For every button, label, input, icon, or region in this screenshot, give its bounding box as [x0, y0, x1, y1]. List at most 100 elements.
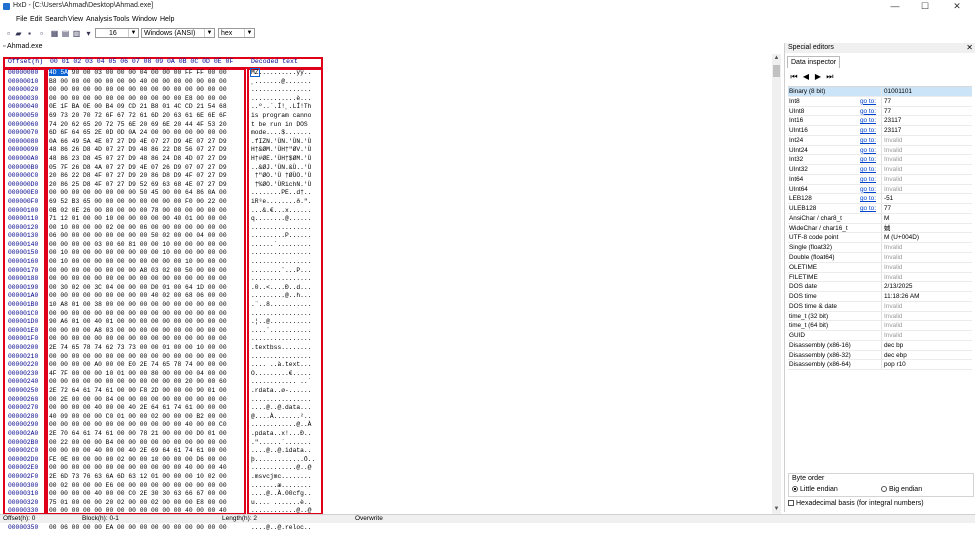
text-row[interactable]: ....@..À.00cfg..: [251, 490, 321, 499]
hex-row[interactable]: 00 2E 00 00 00 84 00 00 00 00 00 00 00 0…: [49, 396, 244, 405]
inspector-value[interactable]: 娍: [881, 223, 971, 233]
inspector-row[interactable]: OLETIME Invalid: [788, 262, 972, 273]
text-row[interactable]: ................: [251, 86, 321, 95]
menu-search[interactable]: Search: [45, 16, 67, 23]
go-to-link[interactable]: go to:: [860, 165, 878, 174]
hex-row[interactable]: 00 00 00 00 03 00 60 81 00 00 10 00 00 0…: [49, 241, 244, 250]
inspector-value[interactable]: Invalid: [881, 243, 971, 253]
scroll-up-icon[interactable]: ▲: [772, 54, 781, 63]
text-row[interactable]: ....@..@.data...: [251, 404, 321, 413]
minimize-button[interactable]: —: [880, 0, 910, 13]
text-row[interactable]: .......æ........: [251, 482, 321, 491]
text-row[interactable]: MZ..........ÿÿ..: [250, 68, 321, 78]
inspector-value[interactable]: Invalid: [881, 184, 971, 194]
inspector-row[interactable]: AnsiChar / char8_t M: [788, 213, 972, 224]
inspector-value[interactable]: 01001101: [881, 87, 971, 96]
new-file-icon[interactable]: ▫: [4, 29, 13, 38]
inspector-value[interactable]: Invalid: [881, 311, 971, 321]
menu-analysis[interactable]: Analysis: [86, 16, 112, 23]
inspector-row[interactable]: Double (float64) Invalid: [788, 253, 972, 263]
inspector-row[interactable]: time_t (32 bit) Invalid: [788, 311, 972, 322]
menu-edit[interactable]: Edit: [30, 16, 42, 23]
hex-basis-checkbox[interactable]: Hexadecimal basis (for integral numbers): [788, 500, 924, 507]
hex-row[interactable]: 48 86 23 D8 45 07 27 D9 48 86 24 D8 4D 0…: [49, 155, 244, 164]
inspector-value[interactable]: Invalid: [881, 321, 971, 331]
inspector-value[interactable]: Invalid: [881, 262, 971, 272]
text-row[interactable]: ................: [251, 249, 321, 258]
hex-row[interactable]: 10 A8 01 00 38 00 00 00 00 00 00 00 00 0…: [49, 301, 244, 310]
text-row[interactable]: .¦..@...........: [251, 318, 321, 327]
text-row[interactable]: .........P......: [251, 232, 321, 241]
text-row[interactable]: ....@..@.reloc..: [251, 524, 321, 533]
inspector-value[interactable]: pop r10: [881, 360, 971, 370]
go-to-link[interactable]: go to:: [860, 194, 878, 203]
menu-help[interactable]: Help: [160, 16, 174, 23]
inspector-value[interactable]: M: [881, 213, 971, 223]
inspector-value[interactable]: dec bp: [881, 340, 971, 350]
inspector-value[interactable]: -51: [881, 194, 971, 204]
big-endian-radio[interactable]: Big endian: [881, 486, 922, 493]
first-byte-icon[interactable]: ⏮: [789, 72, 799, 81]
text-row[interactable]: u.... .......è..: [251, 499, 321, 508]
text-row[interactable]: †"ØO.'Ù †ØÙO.'Ù: [251, 172, 321, 181]
text-row[interactable]: ¸.......@.......: [251, 78, 321, 87]
inspector-value[interactable]: 11:18:26 AM: [881, 292, 971, 302]
inspector-row[interactable]: time_t (64 bit) Invalid: [788, 321, 972, 332]
hex-row[interactable]: 20 86 25 D8 4F 07 27 D9 52 69 63 68 4E 0…: [49, 181, 244, 190]
go-to-link[interactable]: go to:: [860, 155, 878, 164]
go-to-link[interactable]: go to:: [860, 97, 878, 106]
text-row[interactable]: iR³e........ð.".: [251, 198, 321, 207]
hex-row[interactable]: 2E 72 64 61 74 61 00 00 F8 2D 00 00 00 9…: [49, 387, 244, 396]
inspector-value[interactable]: Invalid: [881, 331, 971, 341]
hex-row[interactable]: 00 00 00 00 40 00 00 C0 2E 30 30 63 66 6…: [49, 490, 244, 499]
hex-row[interactable]: 90 A6 01 00 40 01 00 00 00 00 00 00 00 0…: [49, 318, 244, 327]
text-row[interactable]: t be run in DOS: [251, 121, 321, 130]
go-to-link[interactable]: go to:: [860, 185, 878, 194]
hex-row[interactable]: 00 00 00 00 A8 03 00 00 00 00 00 00 00 0…: [49, 327, 244, 336]
inspector-row[interactable]: WideChar / char16_t 娍: [788, 223, 972, 234]
menu-window[interactable]: Window: [132, 16, 157, 23]
text-row[interactable]: ..º..´.Í!¸.LÍ!Th: [251, 103, 321, 112]
inspector-value[interactable]: Invalid: [881, 174, 971, 184]
inspector-row[interactable]: DOS time & date Invalid: [788, 301, 972, 312]
inspector-row[interactable]: DOS date 2/13/2025: [788, 282, 972, 293]
text-row[interactable]: ................: [251, 353, 321, 362]
prev-byte-icon[interactable]: ◀: [801, 72, 811, 81]
inspector-row[interactable]: UInt24 go to: Invalid: [788, 145, 972, 156]
text-row[interactable]: .........@..h...: [251, 292, 321, 301]
hex-row[interactable]: 4F 7F 00 00 00 10 01 00 00 80 00 00 00 0…: [49, 370, 244, 379]
hex-row[interactable]: 00 10 00 00 00 00 00 00 00 00 10 00 00 0…: [49, 249, 244, 258]
offset-base-select[interactable]: hex ▼: [218, 28, 255, 38]
hex-row[interactable]: 00 00 00 00 00 00 00 00 00 00 00 00 20 0…: [49, 378, 244, 387]
hex-row[interactable]: 20 86 22 D8 4F 07 27 D9 20 86 D8 D9 4F 0…: [49, 172, 244, 181]
hex-bytes[interactable]: 90 00 03 00 00 00 04 00 00 00 FF FF 00 0…: [68, 69, 227, 76]
scroll-down-icon[interactable]: ▼: [772, 505, 781, 514]
inspector-value[interactable]: 77: [881, 106, 971, 116]
decoded-text-column[interactable]: MZ..........ÿÿ.. ¸.......@...............…: [250, 68, 321, 533]
hex-row[interactable]: 2E 70 64 61 74 61 00 00 78 21 00 00 00 D…: [49, 430, 244, 439]
text-chars[interactable]: ..........ÿÿ..: [259, 69, 312, 76]
go-to-link[interactable]: go to:: [860, 107, 878, 116]
go-to-link[interactable]: go to:: [860, 136, 878, 145]
hex-row[interactable]: 05 7F 26 D8 4A 07 27 D9 4E 07 26 D9 07 0…: [49, 164, 244, 173]
hex-row[interactable]: 00 00 00 00 A0 00 00 E0 2E 74 65 78 74 0…: [49, 361, 244, 370]
tab-data-inspector[interactable]: Data inspector: [787, 56, 841, 68]
hex-row[interactable]: 00 00 00 00 00 00 00 00 00 00 00 00 00 0…: [49, 310, 244, 319]
menu-view[interactable]: View: [68, 16, 83, 23]
inspector-value[interactable]: Invalid: [881, 165, 971, 175]
selected-chars[interactable]: MZ: [250, 68, 260, 77]
text-row[interactable]: ..&ØJ.'ÙN.&Ù..'Ù: [251, 164, 321, 173]
inspector-value[interactable]: 77: [881, 96, 971, 106]
panel-close-icon[interactable]: ✕: [966, 43, 973, 53]
hex-row[interactable]: 0A 66 49 5A 4E 07 27 D9 4E 07 27 D9 4E 0…: [49, 138, 244, 147]
text-row[interactable]: ...&.€...x......: [251, 207, 321, 216]
text-row[interactable]: mode....$.......: [251, 129, 321, 138]
inspector-value[interactable]: Invalid: [881, 301, 971, 311]
inspector-row[interactable]: Single (float32) Invalid: [788, 243, 972, 254]
tab-ahmad-exe[interactable]: ▫ Ahmad.exe: [3, 43, 42, 50]
hex-row[interactable]: 00 06 00 00 00 EA 00 00 00 00 00 00 00 0…: [49, 524, 244, 533]
copy-icon[interactable]: ▤: [61, 29, 70, 38]
hex-row[interactable]: 00 00 00 00 00 00 00 00 00 00 00 00 E8 0…: [49, 95, 244, 104]
hex-row[interactable]: 71 12 01 00 00 10 00 00 00 00 00 40 01 0…: [49, 215, 244, 224]
hex-row[interactable]: 6D 6F 64 65 2E 0D 0D 0A 24 00 00 00 00 0…: [49, 129, 244, 138]
